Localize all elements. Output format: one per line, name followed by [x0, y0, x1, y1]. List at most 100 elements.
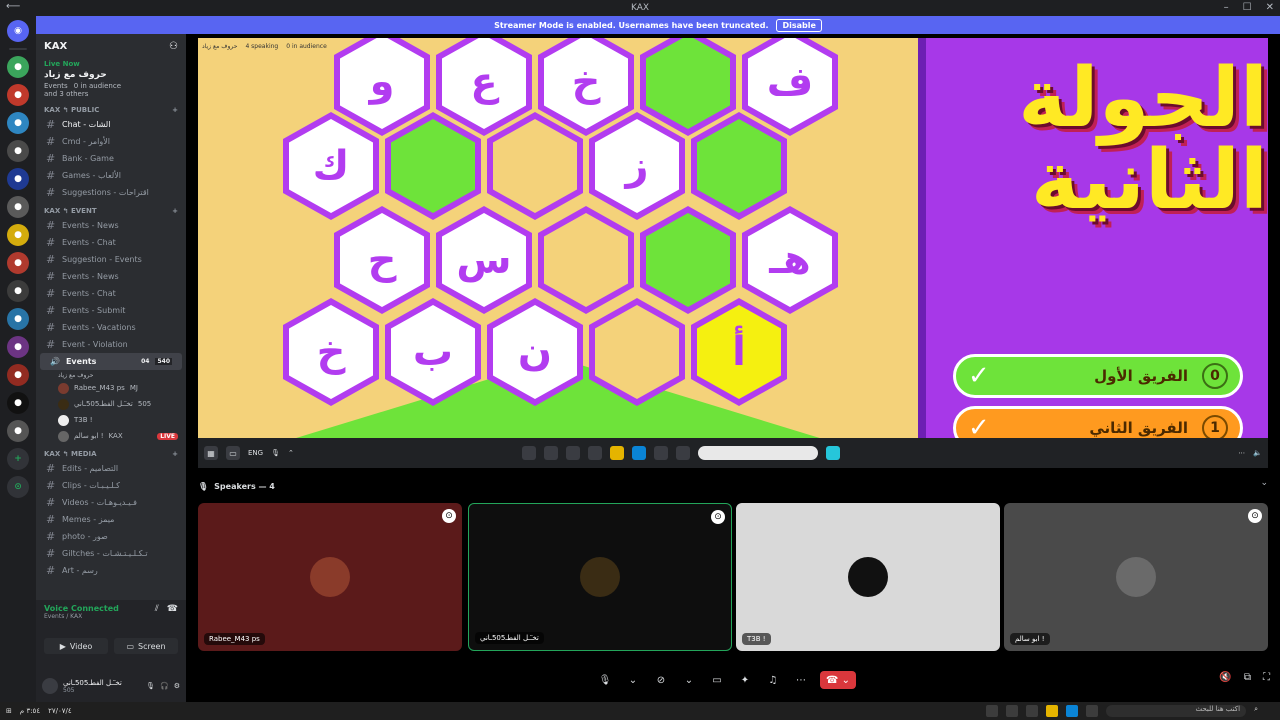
app-icon[interactable]: [1086, 705, 1099, 717]
voice-user[interactable]: T3B !: [36, 412, 186, 428]
channel-item[interactable]: # Event - Violation: [36, 336, 186, 353]
app-icon[interactable]: [1026, 705, 1039, 717]
stream-view[interactable]: حروف مع زياد 4 speaking 0 in audience ف …: [198, 38, 1268, 468]
camera-off-icon[interactable]: ⊘: [652, 671, 670, 689]
add-channel-icon[interactable]: +: [172, 106, 178, 114]
chevron-down-icon[interactable]: ⌄: [624, 671, 642, 689]
disable-button[interactable]: Disable: [776, 18, 822, 32]
server-icon[interactable]: ●: [7, 168, 29, 190]
settings-gear-icon[interactable]: ⚙: [174, 682, 180, 690]
video-button[interactable]: ▶ Video: [44, 638, 108, 654]
server-icon[interactable]: ●: [7, 84, 29, 106]
channel-item[interactable]: # Events - News: [36, 217, 186, 234]
add-channel-icon[interactable]: +: [172, 450, 178, 458]
voice-connected-sub[interactable]: Events / KAX: [44, 613, 119, 620]
popout-icon[interactable]: ⧉: [1244, 672, 1251, 683]
edge-icon[interactable]: [1066, 705, 1079, 717]
discord-home-icon[interactable]: ◉: [7, 20, 29, 42]
soundboard-icon[interactable]: ♫: [764, 671, 782, 689]
headset-icon[interactable]: 🎧: [160, 682, 169, 690]
channel-item[interactable]: # Events - Chat: [36, 285, 186, 302]
taskbar-clock[interactable]: ٣:٥٤ م: [20, 707, 40, 715]
mic-icon[interactable]: 🎙: [146, 682, 155, 690]
maximize-icon[interactable]: ☐: [1243, 2, 1252, 13]
app-icon[interactable]: [543, 446, 558, 460]
channel-item[interactable]: # Edits - التصاميم: [36, 460, 186, 477]
category-header[interactable]: KAX ↰ MEDIA +: [36, 444, 186, 460]
fullscreen-icon[interactable]: ⛶: [1263, 672, 1270, 683]
explore-icon[interactable]: ⊙: [7, 476, 29, 498]
disconnect-icon[interactable]: ☎: [167, 604, 178, 620]
channel-item[interactable]: # Suggestion - Events: [36, 251, 186, 268]
voice-channel-events[interactable]: 🔊 Events 04 540: [40, 353, 182, 370]
screen-button[interactable]: ▭ Screen: [114, 638, 178, 654]
category-header[interactable]: KAX ↰ PUBLIC +: [36, 100, 186, 116]
channel-item[interactable]: # Art - رسم: [36, 562, 186, 579]
avatar[interactable]: [42, 678, 58, 694]
app-icon[interactable]: [1006, 705, 1019, 717]
speaker-tile[interactable]: T3B !: [736, 503, 1000, 651]
chevron-down-icon[interactable]: ⌄: [1260, 478, 1268, 488]
close-icon[interactable]: ✕: [1266, 2, 1274, 13]
channel-item[interactable]: # Memes - ميمز: [36, 511, 186, 528]
speaker-tile[interactable]: Rabee_M43 ps ⊙: [198, 503, 462, 651]
speaker-tile[interactable]: ابو سالم ! ⊙: [1004, 503, 1268, 651]
windows-start-icon[interactable]: ⊞: [6, 707, 12, 715]
tile-options-icon[interactable]: ⊙: [1248, 509, 1262, 523]
volume-icon[interactable]: 🔈: [1253, 449, 1262, 457]
more-icon[interactable]: ⋯: [1238, 449, 1245, 457]
leave-call-button[interactable]: ☎ ⌄: [820, 671, 856, 689]
app-icon[interactable]: [521, 446, 536, 460]
tile-options-icon[interactable]: ⊙: [711, 510, 725, 524]
add-channel-icon[interactable]: +: [172, 207, 178, 215]
server-icon[interactable]: ●: [7, 336, 29, 358]
window-icon[interactable]: ▭: [226, 446, 240, 460]
live-now-card[interactable]: Live Now حروف مع زياد Events 0 in audien…: [36, 58, 186, 100]
server-icon[interactable]: ●: [7, 56, 29, 78]
server-icon[interactable]: ●: [7, 392, 29, 414]
channel-item[interactable]: # Events - Submit: [36, 302, 186, 319]
search-icon[interactable]: ⌕: [1254, 705, 1258, 717]
server-icon[interactable]: ●: [7, 420, 29, 442]
channel-item[interactable]: # Events - Chat: [36, 234, 186, 251]
channel-item[interactable]: # Games - الألعاب: [36, 167, 186, 184]
channel-item[interactable]: # Cmd - الأوامر: [36, 133, 186, 150]
app-icon[interactable]: [587, 446, 602, 460]
taskbar-search[interactable]: اكتب هنا للبحث: [1106, 705, 1247, 717]
app-icon[interactable]: [986, 705, 999, 717]
channel-item[interactable]: # Bank - Game: [36, 150, 186, 167]
chevron-up-icon[interactable]: ⌃: [288, 449, 294, 457]
channel-item[interactable]: # Videos - فـيـديـوهـات: [36, 494, 186, 511]
folder-icon[interactable]: [609, 446, 624, 460]
voice-user[interactable]: تخـٓـل الفطـ505ـاني 505: [36, 396, 186, 412]
app-icon[interactable]: [653, 446, 668, 460]
channel-item[interactable]: # photo - صور: [36, 528, 186, 545]
back-arrow-icon[interactable]: ⟵: [6, 1, 20, 12]
add-member-icon[interactable]: ⚇: [169, 41, 178, 52]
chevron-down-icon[interactable]: ⌄: [680, 671, 698, 689]
mute-output-icon[interactable]: 🔇: [1219, 672, 1231, 683]
minimize-icon[interactable]: –: [1224, 2, 1229, 13]
mic-icon[interactable]: 🎙: [596, 671, 614, 689]
speaker-tile[interactable]: تخـٓـل الفطـ505ـاني ⊙: [468, 503, 732, 651]
start-icon[interactable]: ▦: [204, 446, 218, 460]
channel-item[interactable]: # Giltches - تـكـلـيـتـشـات: [36, 545, 186, 562]
server-icon[interactable]: ●: [7, 308, 29, 330]
add-server-icon[interactable]: +: [7, 448, 29, 470]
activity-icon[interactable]: ✦: [736, 671, 754, 689]
server-icon[interactable]: ●: [7, 280, 29, 302]
tile-options-icon[interactable]: ⊙: [442, 509, 456, 523]
server-icon[interactable]: ●: [7, 364, 29, 386]
language-indicator[interactable]: ENG: [248, 449, 263, 457]
noise-suppression-icon[interactable]: ⫽: [155, 604, 159, 620]
voice-user[interactable]: ابو سالم ! KAX LIVE: [36, 428, 186, 444]
server-icon[interactable]: ●: [7, 196, 29, 218]
mic-icon[interactable]: 🎙: [271, 449, 280, 457]
app-icon[interactable]: [675, 446, 690, 460]
edge-icon[interactable]: [631, 446, 646, 460]
voice-user[interactable]: Rabee_M43 ps MJ: [36, 380, 186, 396]
server-icon[interactable]: ●: [7, 140, 29, 162]
channel-item[interactable]: # Events - News: [36, 268, 186, 285]
more-icon[interactable]: ⋯: [792, 671, 810, 689]
guild-header[interactable]: KAX ⚇: [36, 34, 186, 58]
